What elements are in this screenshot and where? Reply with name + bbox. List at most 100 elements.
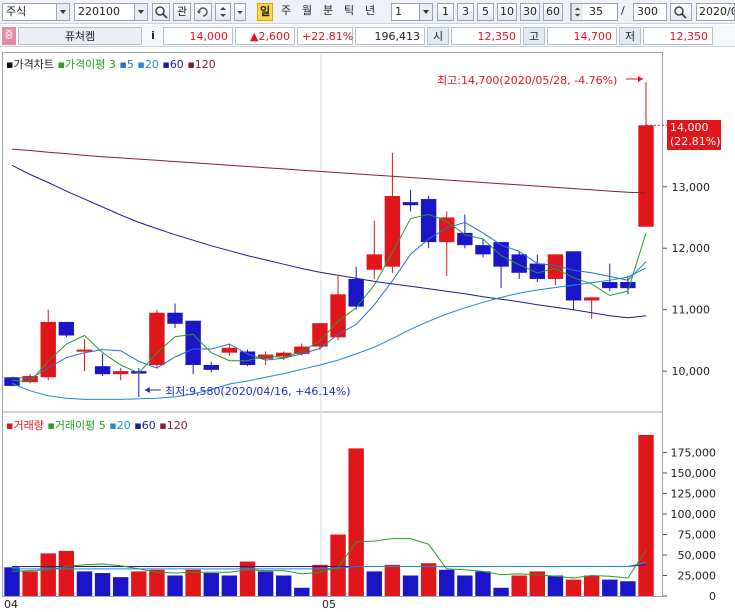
high-annotation: 최고:14,700(2020/05/28, -4.76%) xyxy=(437,72,617,88)
candle-down xyxy=(493,242,509,267)
volume-ma-period-120: 120 xyxy=(166,419,188,432)
volume-bar-up xyxy=(348,448,364,596)
volume-bar-up xyxy=(565,579,582,596)
candle-down xyxy=(565,251,582,301)
price-ma-period-20: 20 xyxy=(144,58,159,71)
candle-up xyxy=(221,347,238,353)
volume-bar-up xyxy=(511,575,527,596)
volume-bar-up xyxy=(638,434,654,596)
volume-ma-marker: ▪ xyxy=(47,419,55,432)
candle-down xyxy=(602,282,618,289)
ma120-line xyxy=(11,148,647,194)
volume-ma-period-60: 60 xyxy=(141,419,156,432)
volume-bar-down xyxy=(366,571,382,596)
volume-bar-up xyxy=(40,553,56,596)
volume-ma-period-20: 20 xyxy=(116,419,131,432)
volume-bar-down xyxy=(76,571,93,596)
price-legend-main: 가격차트 xyxy=(13,58,54,71)
current-price-tag-pct: (22.81%) xyxy=(670,135,721,148)
candle-up xyxy=(149,312,165,365)
volume-bars xyxy=(4,434,654,596)
price-ma-period-5: 5 xyxy=(126,58,134,71)
price-legend: ▪가격차트 ▪가격이평 3 ▪5 ▪20 ▪60 ▪120 xyxy=(6,56,216,72)
candle-down xyxy=(94,366,111,375)
volume-bar-down xyxy=(602,579,618,596)
volume-bar-down xyxy=(439,569,455,596)
price-ma-marker: ▪ xyxy=(137,58,145,71)
volume-ma5-line xyxy=(11,538,647,579)
price-ma-label: 가격이평 xyxy=(64,58,106,71)
candle-up xyxy=(40,321,56,378)
volume-bar-up xyxy=(185,569,201,596)
candle-down xyxy=(620,282,636,289)
price-tick-label: 13,000 xyxy=(672,181,711,194)
chevron-down-icon xyxy=(60,10,66,14)
x-label-may: 05 xyxy=(322,598,336,611)
volume-ma-label: 거래이평 xyxy=(54,419,96,432)
volume-bar-up xyxy=(330,534,346,596)
volume-bar-up xyxy=(149,569,165,596)
candle-up xyxy=(638,125,654,227)
volume-tick-label: 75,000 xyxy=(678,529,717,542)
volume-tick-label: 50,000 xyxy=(678,549,717,562)
candle-up xyxy=(384,195,401,267)
volume-bar-down xyxy=(203,573,219,596)
volume-tick-label: 175,000 xyxy=(671,447,717,460)
price-tick-label: 11,000 xyxy=(672,304,711,317)
volume-bar-up xyxy=(384,564,401,596)
candle-down xyxy=(167,312,183,324)
price-tick-label: 12,000 xyxy=(672,242,711,255)
chart-canvas[interactable]: 10,000 11,000 12,000 13,000 0 25,000 50,000 75,… xyxy=(0,0,735,612)
volume-bar-down xyxy=(94,573,111,596)
candle-down xyxy=(511,254,527,273)
low-annotation-text: 최저:9,580(2020/04/16, +46.14%) xyxy=(165,385,351,398)
volume-bar-up xyxy=(131,571,147,596)
candle-down xyxy=(402,202,419,206)
axis-labels: 10,000 11,000 12,000 13,000 0 25,000 50,000 75,… xyxy=(663,181,716,603)
high-annotation-text: 최고:14,700(2020/05/28, -4.76%) xyxy=(437,74,618,87)
x-label-may-text: 05 xyxy=(322,598,336,611)
volume-ma-marker: ▪ xyxy=(109,419,117,432)
volume-bar-down xyxy=(276,575,292,596)
volume-tick-label: 125,000 xyxy=(671,488,717,501)
volume-ma-marker: ▪ xyxy=(134,419,142,432)
price-ma-period-120: 120 xyxy=(194,58,216,71)
candle-down xyxy=(4,377,20,386)
arrow-head-icon xyxy=(638,76,643,82)
volume-bar-down xyxy=(493,587,509,596)
volume-tick-label: 150,000 xyxy=(671,467,717,480)
candle-down xyxy=(58,321,75,336)
volume-tick-label: 0 xyxy=(709,590,716,603)
volume-ma-period-5: 5 xyxy=(98,419,106,432)
price-ma-period-3: 3 xyxy=(108,58,116,71)
volume-ma20-line xyxy=(12,561,647,570)
volume-tick-label: 25,000 xyxy=(678,570,717,583)
volume-bar-down xyxy=(112,577,129,596)
price-ma-marker: ▪ xyxy=(162,58,170,71)
volume-bar-up xyxy=(312,564,328,596)
volume-bar-up xyxy=(22,571,38,596)
volume-ma-marker: ▪ xyxy=(159,419,167,432)
volume-legend-main: 거래량 xyxy=(13,419,44,432)
volume-tick-label: 100,000 xyxy=(671,508,717,521)
arrow-head-icon xyxy=(144,387,150,393)
volume-bar-up xyxy=(58,550,75,596)
candle-down xyxy=(475,245,491,255)
low-annotation: 최저:9,580(2020/04/16, +46.14%) xyxy=(165,383,351,399)
volume-bar-down xyxy=(402,575,419,596)
ma3-line xyxy=(11,213,647,383)
price-ma-period-60: 60 xyxy=(169,58,184,71)
candle-down xyxy=(348,278,364,307)
volume-bar-up xyxy=(420,563,437,596)
x-label-april: 04 xyxy=(4,598,18,611)
volume-bar-up xyxy=(583,575,600,596)
chevron-down-icon xyxy=(138,10,144,14)
current-price-tag-value: 14,000 xyxy=(670,121,709,134)
ma5-line xyxy=(11,221,647,380)
candle-up xyxy=(112,371,129,375)
volume-bar-down xyxy=(620,581,636,596)
chevron-down-icon xyxy=(423,10,429,14)
volume-bar-down xyxy=(221,575,238,596)
x-label-april-text: 04 xyxy=(4,598,18,611)
volume-bar-down xyxy=(547,575,564,596)
